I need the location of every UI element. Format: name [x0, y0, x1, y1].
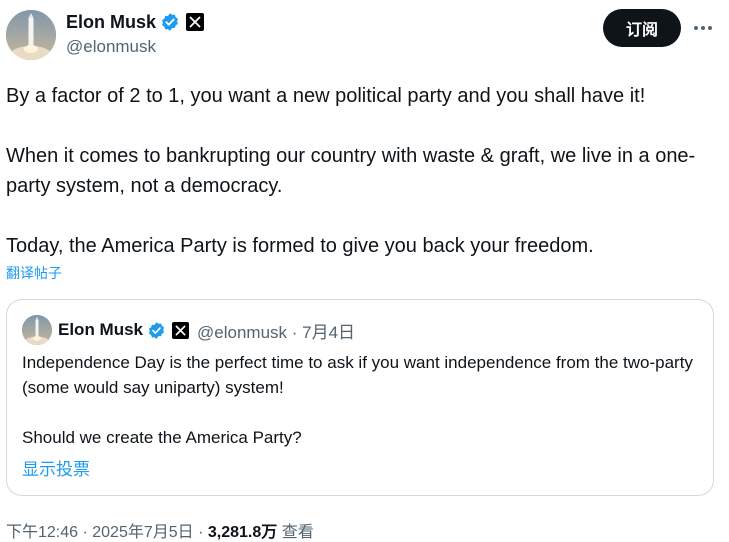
author-name-row: Elon Musk [66, 10, 205, 34]
tweet-paragraph: By a factor of 2 to 1, you want a new po… [6, 85, 646, 107]
tweet-timestamp[interactable]: 下午12:46 · 2025年7月5日 · [6, 524, 208, 541]
translate-post-link[interactable]: 翻译帖子 [6, 263, 62, 283]
author-handle[interactable]: @elonmusk [66, 37, 204, 57]
rocket-launch-avatar-icon [22, 315, 52, 345]
verified-badge-icon[interactable] [160, 12, 180, 32]
views-label: 查看 [277, 524, 314, 541]
more-dot [708, 26, 712, 30]
x-logo-icon[interactable] [172, 321, 190, 339]
views-count: 3,281.8万 [207, 524, 278, 541]
author-display-name[interactable]: Elon Musk [66, 12, 156, 33]
show-poll-link[interactable]: 显示投票 [22, 455, 90, 480]
more-dots-icon[interactable] [689, 16, 717, 40]
tweet-body: By a factor of 2 to 1, you want a new po… [6, 81, 721, 261]
author-names: Elon Musk @elonmusk [66, 10, 205, 57]
quoted-handle-date[interactable]: @elonmusk · 7月4日 [197, 318, 355, 343]
tweet-header: Elon Musk @elonmusk 订阅 [6, 8, 721, 62]
quoted-author-avatar[interactable] [22, 315, 52, 345]
more-dot [701, 26, 705, 30]
tweet-paragraph: When it comes to bankrupting our country… [6, 145, 696, 197]
quoted-tweet-card[interactable]: Elon Musk @elonmusk · 7月4日 Independence … [6, 299, 714, 496]
x-logo-icon[interactable] [186, 13, 205, 31]
quoted-paragraph: Should we create the America Party? [22, 428, 302, 447]
verified-badge-icon[interactable] [147, 321, 166, 340]
more-dot [694, 26, 698, 30]
tweet-meta: 下午12:46 · 2025年7月5日 · 3,281.8万 查看 [6, 518, 314, 542]
quoted-header: Elon Musk @elonmusk · 7月4日 [58, 318, 355, 342]
quoted-body: Independence Day is the perfect time to … [22, 350, 702, 450]
author-avatar[interactable] [6, 10, 56, 60]
quoted-display-name[interactable]: Elon Musk [58, 320, 143, 340]
rocket-launch-avatar-icon [6, 10, 56, 60]
tweet-paragraph: Today, the America Party is formed to gi… [6, 235, 594, 257]
quoted-paragraph: Independence Day is the perfect time to … [22, 353, 693, 397]
subscribe-button[interactable]: 订阅 [603, 9, 681, 47]
